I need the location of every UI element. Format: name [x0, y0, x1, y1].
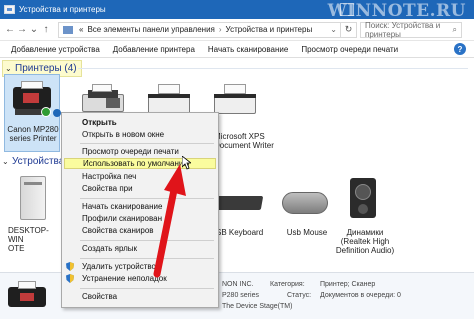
up-arrow-icon[interactable]: ↑: [40, 23, 52, 37]
model-value: P280 series: [222, 292, 259, 299]
menu-item-properties[interactable]: Свойства: [64, 291, 216, 302]
address-overflow[interactable]: «: [79, 25, 83, 34]
computer-label[interactable]: DESKTOP-WIN OTE: [8, 226, 64, 253]
computer-tower-icon[interactable]: [18, 176, 48, 222]
add-printer-button[interactable]: Добавление принтера: [113, 45, 195, 54]
mouse-icon[interactable]: [280, 190, 330, 216]
menu-separator: [80, 288, 214, 289]
collapse-chevron-icon[interactable]: ⌄: [2, 157, 12, 166]
canon-printer-icon: [11, 81, 53, 121]
manufacturer-value: NON INC.: [222, 281, 254, 288]
menu-item-printer-properties[interactable]: Свойства при: [64, 183, 216, 194]
search-input[interactable]: Поиск: Устройства и принтеры ⌕: [360, 20, 462, 39]
recent-locations-chevron-icon[interactable]: ⌄: [28, 23, 40, 37]
status-value: Документов в очереди: 0: [320, 292, 401, 299]
menu-item-create-shortcut[interactable]: Создать ярлык: [64, 243, 216, 254]
category-value: Принтер; Сканер: [320, 281, 376, 288]
mouse-label[interactable]: Usb Mouse: [282, 228, 332, 237]
breadcrumb-devices-printers[interactable]: Устройства и принтеры: [226, 25, 313, 34]
devices-group-header[interactable]: ⌄ Устройства: [2, 156, 64, 167]
search-icon: ⌕: [452, 24, 457, 34]
breadcrumb-separator-icon[interactable]: ›: [219, 25, 222, 34]
group-divider: [78, 68, 468, 69]
forward-arrow-icon[interactable]: →: [16, 23, 28, 37]
menu-item-print-preferences[interactable]: Настройка печ: [64, 171, 216, 182]
menu-item-open-new-window[interactable]: Открыть в новом окне: [64, 129, 216, 140]
command-bar: Добавление устройства Добавление принтер…: [0, 41, 474, 58]
canon-printer-label: Canon MP280 series Printer: [7, 125, 59, 143]
context-menu: Открыть Открыть в новом окне Просмотр оч…: [61, 112, 219, 308]
printers-group-title: Принтеры (4): [15, 63, 77, 74]
navigation-bar: ← → ⌄ ↑ « Все элементы панели управления…: [0, 19, 474, 41]
add-device-button[interactable]: Добавление устройства: [11, 45, 100, 54]
collapse-chevron-icon[interactable]: ⌄: [5, 64, 15, 73]
menu-item-scan-profiles[interactable]: Профили сканирован: [64, 213, 216, 224]
address-chevron-icon[interactable]: ⌄: [330, 25, 337, 34]
keyboard-icon[interactable]: [214, 190, 264, 214]
watermark-text: WINNOTE.RU: [327, 1, 466, 21]
print-queue-button[interactable]: Просмотр очереди печати: [301, 45, 398, 54]
xps-printer-label[interactable]: Microsoft XPS Document Writer: [214, 132, 274, 150]
device-canon-printer[interactable]: Canon MP280 series Printer: [4, 74, 61, 152]
red-annotation-arrow-icon: [153, 164, 186, 278]
breadcrumb-control-panel[interactable]: Все элементы панели управления: [87, 25, 214, 34]
title-bar: Устройства и принтеры WINNOTE.RU: [0, 0, 474, 21]
control-panel-icon: [63, 25, 73, 34]
description-value: The Device Stage(TM): [222, 303, 293, 310]
menu-item-remove-device[interactable]: Удалить устройство: [64, 261, 216, 272]
devices-group-title: Устройства: [12, 156, 65, 167]
speaker-icon[interactable]: [348, 178, 378, 220]
refresh-icon[interactable]: ↻: [341, 21, 357, 38]
start-scan-button[interactable]: Начать сканирование: [208, 45, 288, 54]
window-title: Устройства и принтеры: [19, 5, 106, 14]
help-icon[interactable]: ?: [454, 43, 466, 55]
menu-separator: [80, 240, 214, 241]
details-printer-icon: [8, 279, 48, 313]
default-check-icon: [53, 109, 61, 117]
speaker-label[interactable]: Динамики (Realtek High Definition Audio): [330, 228, 400, 255]
menu-item-set-default[interactable]: Использовать по умолчанию: [64, 158, 216, 169]
search-placeholder: Поиск: Устройства и принтеры: [365, 20, 441, 39]
menu-item-print-queue[interactable]: Просмотр очереди печати: [64, 146, 216, 157]
menu-item-start-scan[interactable]: Начать сканирование: [64, 201, 216, 212]
menu-separator: [80, 258, 214, 259]
back-arrow-icon[interactable]: ←: [4, 23, 16, 37]
devices-printers-app-icon: [4, 5, 15, 14]
menu-item-open[interactable]: Открыть: [64, 117, 216, 128]
menu-item-scan-properties[interactable]: Свойства сканиров: [64, 225, 216, 236]
keyboard-label[interactable]: SB Keyboard: [216, 228, 266, 237]
menu-item-troubleshoot[interactable]: Устранение неполадок: [64, 273, 216, 284]
category-key: Категория:: [270, 281, 305, 288]
menu-separator: [80, 143, 214, 144]
address-bar[interactable]: « Все элементы панели управления › Устро…: [58, 21, 341, 38]
menu-separator: [80, 198, 214, 199]
status-key: Статус:: [287, 292, 312, 299]
